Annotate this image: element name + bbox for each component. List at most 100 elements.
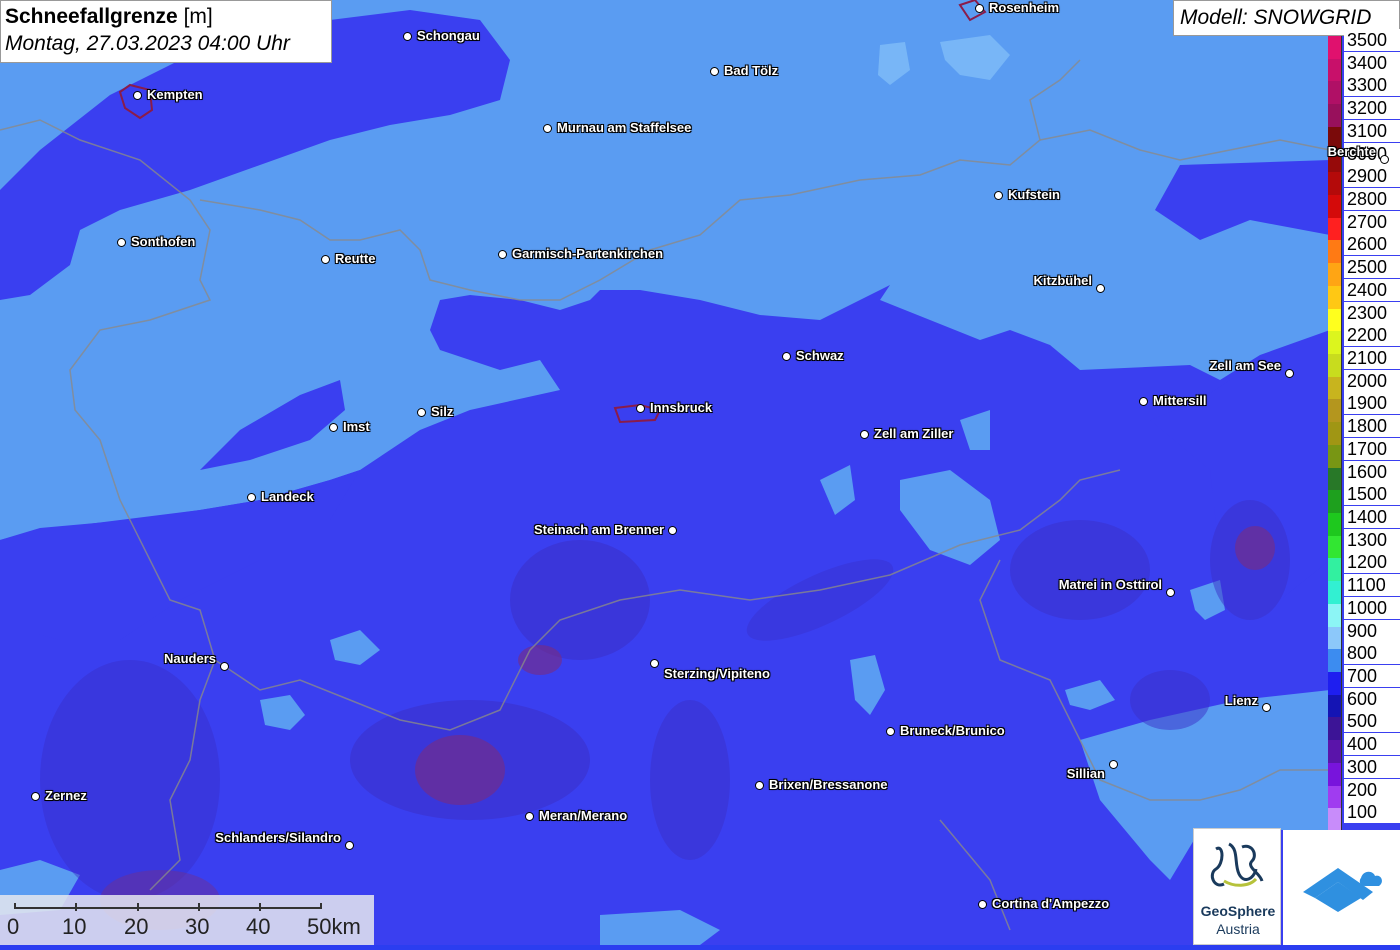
city-label[interactable]: Lienz: [1225, 694, 1258, 708]
city-marker[interactable]: [975, 4, 984, 13]
legend-label: 1300: [1344, 528, 1400, 551]
city-label[interactable]: Schlanders/Silandro: [215, 831, 341, 845]
city-marker[interactable]: [133, 91, 142, 100]
scale-bar: 0 10 20 30 40 50km: [0, 895, 374, 945]
city-marker[interactable]: [782, 352, 791, 361]
city-label[interactable]: Zell am See: [1209, 359, 1281, 373]
city-label[interactable]: Sillian: [1067, 767, 1105, 781]
legend-label: 900: [1344, 619, 1400, 642]
scale-tick: [198, 903, 200, 911]
city-marker[interactable]: [978, 900, 987, 909]
city-marker[interactable]: [1285, 369, 1294, 378]
city-label[interactable]: Mittersill: [1153, 394, 1206, 408]
city-label[interactable]: Garmisch-Partenkirchen: [512, 247, 663, 261]
scale-tick: [259, 903, 261, 911]
geosphere-swirl-icon: [1210, 842, 1264, 887]
legend-swatch: [1328, 490, 1342, 513]
city-label[interactable]: Zell am Ziller: [874, 427, 953, 441]
city-marker[interactable]: [994, 191, 1003, 200]
city-marker[interactable]: [117, 238, 126, 247]
city-marker[interactable]: [1262, 703, 1271, 712]
legend-swatch: [1328, 467, 1342, 491]
city-marker[interactable]: [1096, 284, 1105, 293]
legend-swatch: [1328, 513, 1342, 536]
city-label[interactable]: Sterzing/Vipiteno: [664, 667, 770, 681]
map-title: Schneefallgrenze [m]: [5, 4, 327, 30]
geosphere-austria-logo[interactable]: GeoSphere Austria: [1193, 828, 1281, 945]
city-marker[interactable]: [886, 727, 895, 736]
legend-swatch: [1328, 36, 1342, 59]
legend-label: 1200: [1344, 551, 1400, 574]
city-label[interactable]: Murnau am Staffelsee: [557, 121, 691, 135]
city-label[interactable]: Zernez: [45, 789, 87, 803]
city-label[interactable]: Imst: [343, 420, 370, 434]
city-label[interactable]: Rosenheim: [989, 1, 1059, 15]
legend-swatch: [1328, 558, 1342, 582]
city-label[interactable]: Landeck: [261, 490, 314, 504]
legend-label: 3200: [1344, 97, 1400, 120]
city-marker[interactable]: [755, 781, 764, 790]
city-label[interactable]: Cortina d'Ampezzo: [992, 897, 1109, 911]
city-label[interactable]: Matrei in Osttirol: [1059, 578, 1162, 592]
scale-label-40: 40: [246, 914, 271, 939]
city-label[interactable]: Berchte: [1328, 145, 1376, 159]
city-marker[interactable]: [498, 250, 507, 259]
city-marker[interactable]: [650, 659, 659, 668]
city-label[interactable]: Silz: [431, 405, 453, 419]
legend-swatch: [1328, 331, 1342, 354]
scale-tick: [137, 903, 139, 911]
legend-swatch: [1328, 376, 1342, 400]
city-marker[interactable]: [525, 812, 534, 821]
city-label[interactable]: Brixen/Bressanone: [769, 778, 888, 792]
map-title-unit: [m]: [183, 5, 213, 28]
scale-label-50km: 50km: [307, 914, 361, 939]
city-marker[interactable]: [1109, 760, 1118, 769]
weather-app-logo[interactable]: [1283, 830, 1400, 945]
legend-swatch: [1328, 308, 1342, 332]
legend-swatch: [1328, 172, 1342, 195]
city-label[interactable]: Schwaz: [796, 349, 844, 363]
city-marker[interactable]: [543, 124, 552, 133]
city-label[interactable]: Bad Tölz: [724, 64, 778, 78]
city-label[interactable]: Kufstein: [1008, 188, 1060, 202]
city-marker[interactable]: [860, 430, 869, 439]
city-label[interactable]: Schongau: [417, 29, 480, 43]
city-marker[interactable]: [403, 32, 412, 41]
map-title-box: Schneefallgrenze [m] Montag, 27.03.2023 …: [0, 0, 332, 63]
legend-swatch: [1328, 717, 1342, 741]
legend-swatch: [1328, 535, 1342, 559]
city-label[interactable]: Steinach am Brenner: [534, 523, 664, 537]
city-marker[interactable]: [345, 841, 354, 850]
city-marker[interactable]: [668, 526, 677, 535]
legend-label: 100: [1344, 801, 1400, 824]
map-title-main: Schneefallgrenze: [5, 5, 178, 28]
city-label[interactable]: Sonthofen: [131, 235, 195, 249]
city-marker[interactable]: [321, 255, 330, 264]
legend-swatch: [1328, 195, 1342, 218]
city-marker[interactable]: [417, 408, 426, 417]
legend-label: 2500: [1344, 256, 1400, 279]
legend-swatch: [1328, 808, 1342, 831]
legend-swatch: [1328, 399, 1342, 423]
legend-label: 3100: [1344, 119, 1400, 142]
city-label[interactable]: Bruneck/Brunico: [900, 724, 1005, 738]
city-label[interactable]: Innsbruck: [650, 401, 712, 415]
geosphere-country: Austria: [1216, 921, 1260, 937]
city-label[interactable]: Kempten: [147, 88, 203, 102]
city-marker[interactable]: [1139, 397, 1148, 406]
city-marker[interactable]: [247, 493, 256, 502]
city-marker[interactable]: [1166, 588, 1175, 597]
city-marker[interactable]: [1380, 155, 1389, 164]
legend-label: 2400: [1344, 278, 1400, 301]
city-marker[interactable]: [220, 662, 229, 671]
city-label[interactable]: Kitzbühel: [1034, 274, 1093, 288]
city-marker[interactable]: [31, 792, 40, 801]
scale-tick: [75, 903, 77, 911]
city-label[interactable]: Reutte: [335, 252, 375, 266]
city-marker[interactable]: [710, 67, 719, 76]
city-marker[interactable]: [329, 423, 338, 432]
city-label[interactable]: Nauders: [164, 652, 216, 666]
city-label[interactable]: Meran/Merano: [539, 809, 627, 823]
city-marker[interactable]: [636, 404, 645, 413]
geosphere-name: GeoSphere: [1200, 903, 1276, 919]
